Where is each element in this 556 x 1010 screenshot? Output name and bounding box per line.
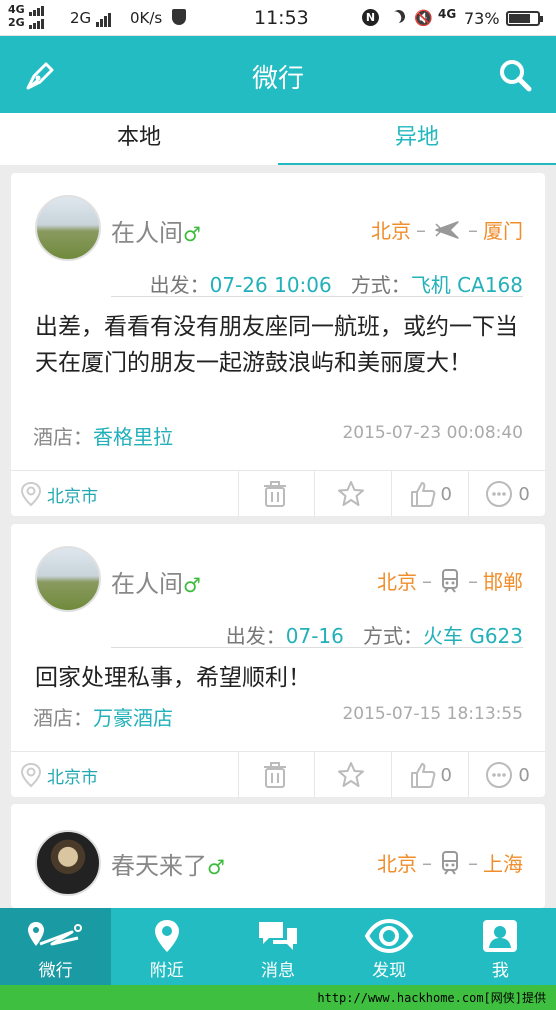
like-button[interactable]: 0 [391, 471, 468, 517]
user-name[interactable]: 春天来了♂ [111, 846, 225, 881]
app-bar: 微行 [0, 36, 556, 113]
comment-count: 0 [518, 483, 530, 505]
status-bar: 4G 2G 2G 0K/s 11:53 N 🔇 4G 73% [0, 0, 556, 36]
action-bar: 北京市 0 0 [11, 470, 545, 517]
comment-icon [486, 762, 513, 788]
map-pin-icon [154, 920, 179, 952]
mute-icon: 🔇 [414, 9, 433, 27]
train-icon [442, 568, 458, 593]
male-icon: ♂ [183, 573, 201, 597]
star-icon [338, 762, 365, 787]
battery-percent: 73% [464, 9, 500, 28]
transport-mode: 飞机 CA168 [410, 273, 523, 297]
page-title: 微行 [251, 64, 304, 94]
nav-nearby[interactable]: 附近 [111, 908, 222, 985]
route-to: 上海 [483, 852, 523, 876]
delete-button[interactable] [237, 471, 315, 517]
divider [111, 296, 523, 297]
plane-icon [435, 220, 459, 239]
bottom-nav: 微行 附近 消息 发现 我 [0, 908, 556, 985]
network-signal-2: 2G [70, 9, 112, 27]
action-bar: 北京市 0 0 [11, 751, 545, 798]
like-button[interactable]: 0 [391, 752, 468, 798]
thumbs-up-icon [410, 763, 435, 788]
route: 北京 – – 邯郸 [377, 566, 523, 595]
trash-icon [263, 762, 286, 788]
depart-info: 出发：07-16 方式：火车 G623 [225, 624, 523, 648]
footer-watermark: http://www.hackhome.com[网侠]提供 [0, 985, 556, 1010]
search-icon[interactable] [498, 58, 532, 92]
route-to: 邯郸 [483, 570, 523, 594]
route-from: 北京 [377, 570, 417, 594]
hotel-info: 酒店：香格里拉 [33, 425, 173, 449]
nav-me[interactable]: 我 [445, 908, 556, 985]
battery-icon [506, 11, 543, 26]
chat-bubbles-icon [258, 922, 297, 950]
nav-discover[interactable]: 发现 [334, 908, 445, 985]
tab-local[interactable]: 本地 [0, 113, 278, 165]
post-time: 2015-07-23 00:08:40 [342, 423, 523, 443]
like-count: 0 [440, 483, 452, 505]
route: 北京 – – 上海 [377, 848, 523, 877]
favorite-button[interactable] [314, 471, 391, 517]
comment-button[interactable]: 0 [468, 471, 545, 517]
post-content: 回家处理私事，希望顺利！ [35, 665, 311, 691]
avatar[interactable] [35, 830, 101, 896]
comment-icon [486, 481, 513, 507]
depart-time: 07-26 10:06 [209, 273, 332, 297]
route-to: 厦门 [483, 219, 523, 243]
avatar[interactable] [35, 195, 101, 261]
clock: 11:53 [254, 7, 309, 29]
network-signal: 4G 2G [8, 3, 45, 29]
trash-icon [263, 481, 286, 507]
route: 北京 – – 厦门 [371, 215, 523, 244]
post-card[interactable]: 在人间♂ 北京 – – 厦门 出发：07-26 10:06 方式：飞机 CA16… [11, 173, 545, 517]
location-pin-icon [20, 481, 42, 507]
male-icon: ♂ [207, 855, 225, 879]
divider [111, 647, 523, 648]
depart-info: 出发：07-26 10:06 方式：飞机 CA168 [149, 273, 523, 297]
tab-remote[interactable]: 异地 [278, 113, 556, 165]
route-icon [27, 922, 82, 946]
depart-time: 07-16 [285, 624, 344, 648]
delete-button[interactable] [237, 752, 315, 798]
location-button[interactable]: 北京市 [11, 752, 238, 798]
post-content: 出差，看看有没有朋友座同一航班，或约一下当天在厦门的朋友一起游鼓浪屿和美丽厦大！ [35, 314, 518, 376]
user-name[interactable]: 在人间♂ [111, 213, 201, 248]
n-badge-icon: N [362, 9, 379, 26]
star-icon [338, 481, 365, 506]
shield-icon [172, 9, 186, 25]
thumbs-up-icon [410, 482, 435, 507]
post-card[interactable]: 在人间♂ 北京 – – 邯郸 出发：07-16 方式：火车 G623 回家处理私… [11, 524, 545, 798]
moon-icon [390, 8, 407, 25]
route-from: 北京 [371, 219, 411, 243]
train-icon [442, 850, 458, 875]
comment-count: 0 [518, 764, 530, 786]
favorite-button[interactable] [314, 752, 391, 798]
post-card[interactable]: 春天来了♂ 北京 – – 上海 [11, 804, 545, 908]
network-4g: 4G [438, 7, 457, 21]
route-from: 北京 [377, 852, 417, 876]
hotel-info: 酒店：万豪酒店 [33, 706, 173, 730]
location-button[interactable]: 北京市 [11, 471, 238, 517]
eye-icon [364, 918, 414, 954]
post-time: 2015-07-15 18:13:55 [342, 704, 523, 724]
hotel-name: 万豪酒店 [93, 706, 173, 730]
nav-messages[interactable]: 消息 [222, 908, 333, 985]
user-name[interactable]: 在人间♂ [111, 564, 201, 599]
nav-feed[interactable]: 微行 [0, 908, 112, 985]
avatar[interactable] [35, 546, 101, 612]
location-pin-icon [20, 762, 42, 788]
hotel-name: 香格里拉 [93, 425, 173, 449]
tab-bar: 本地 异地 [0, 113, 556, 165]
comment-button[interactable]: 0 [468, 752, 545, 798]
like-count: 0 [440, 764, 452, 786]
transport-mode: 火车 G623 [422, 624, 523, 648]
network-speed: 0K/s [130, 9, 163, 27]
user-icon [483, 920, 518, 952]
male-icon: ♂ [183, 222, 201, 246]
